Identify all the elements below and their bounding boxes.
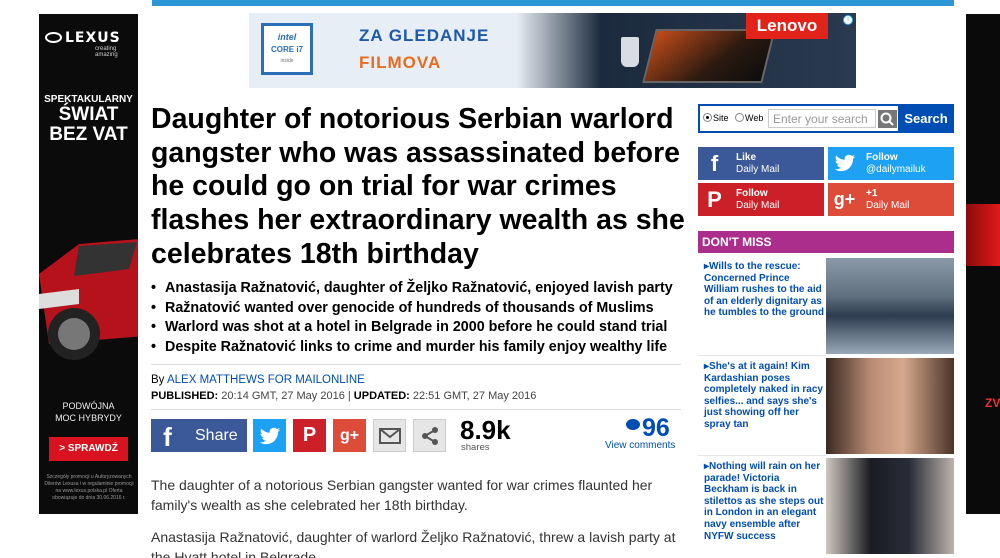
banner-line2: FILMOVA (359, 53, 442, 72)
view-comments-link[interactable]: View comments (605, 440, 675, 451)
googleplus-share-button[interactable]: g+ (333, 419, 366, 452)
search-input[interactable] (768, 109, 876, 128)
article-paragraph: Anastasija Ražnatović, daughter of warlo… (151, 529, 676, 558)
ad-fine-print: Szczegóły promocji u Autoryzowanych Dile… (44, 474, 134, 501)
dont-miss-thumbnail[interactable] (826, 358, 954, 454)
pinterest-follow-button[interactable]: P Follow Daily Mail (698, 183, 824, 216)
intel-badge: intel CORE i7 inside (261, 23, 313, 75)
dont-miss-item[interactable]: ▸Wills to the rescue: Concerned Prince W… (698, 258, 954, 354)
article-paragraph: The daughter of a notorious Serbian gang… (151, 477, 653, 513)
site-radio[interactable] (703, 113, 712, 122)
dont-miss-thumbnail[interactable] (826, 258, 954, 354)
share-count-label: shares (461, 442, 490, 453)
car-image (39, 239, 138, 360)
summary-bullet: Warlord was shot at a hotel in Belgrade … (151, 318, 691, 338)
lenovo-banner-ad[interactable]: intel CORE i7 inside ZA GLEDANJE FILMOVA… (249, 13, 856, 88)
web-radio[interactable] (735, 113, 745, 122)
right-skyscraper-ad[interactable]: ZV (966, 14, 1000, 514)
email-icon (378, 428, 401, 444)
popcorn-image (621, 37, 639, 67)
comment-bubble-icon (626, 419, 640, 430)
googleplus-button[interactable]: g+ +1 Daily Mail (828, 183, 954, 216)
ad-partial-text: ZV (985, 396, 1000, 410)
ad-hybrid-text: PODWÓJNA MOC HYBRYDY (55, 401, 122, 423)
twitter-follow-button[interactable]: Follow @dailymailuk (828, 147, 954, 180)
facebook-like-button[interactable]: f Like Daily Mail (698, 147, 824, 180)
dont-miss-item[interactable]: ▸She's at it again! Kim Kardashian poses… (698, 358, 954, 454)
banner-line1: ZA GLEDANJE (359, 26, 490, 45)
twitter-icon (259, 427, 280, 445)
search-icon[interactable] (878, 110, 897, 128)
divider (698, 455, 826, 456)
twitter-share-button[interactable] (253, 419, 286, 452)
dont-miss-header: DON'T MISS (698, 231, 954, 253)
ad-graphic (966, 204, 1000, 266)
facebook-icon: f (163, 422, 172, 452)
facebook-share-button[interactable]: f Share (151, 419, 247, 452)
byline: By ALEX MATTHEWS FOR MAILONLINE (151, 374, 365, 386)
pinterest-share-button[interactable]: P (293, 419, 326, 452)
more-share-button[interactable] (413, 419, 446, 452)
summary-bullet: Ražnatović wanted over genocide of hundr… (151, 299, 691, 319)
comments-count[interactable]: 96 (626, 414, 670, 443)
pinterest-icon: P (707, 187, 722, 212)
article-headline: Daughter of notorious Serbian warlord ga… (151, 103, 685, 270)
dont-miss-link[interactable]: ▸Wills to the rescue: Concerned Prince W… (704, 261, 824, 319)
divider (151, 364, 681, 365)
author-link[interactable]: ALEX MATTHEWS FOR MAILONLINE (167, 374, 365, 386)
adchoices-icon[interactable]: i (843, 15, 853, 25)
ad-cta-button[interactable]: > SPRAWDŹ (49, 437, 128, 461)
divider (151, 409, 681, 410)
twitter-icon (828, 147, 861, 180)
lenovo-logo: Lenovo (746, 13, 828, 39)
dont-miss-link[interactable]: ▸Nothing will rain on her parade! Victor… (704, 461, 824, 542)
divider (698, 355, 826, 356)
article-dates: PUBLISHED: 20:14 GMT, 27 May 2016 | UPDA… (151, 390, 537, 402)
search-box: Site Web Search (698, 104, 954, 133)
dont-miss-thumbnail[interactable] (826, 458, 954, 554)
summary-bullet: Anastasija Ražnatović, daughter of Željk… (151, 279, 691, 299)
ad-tagline: creating amazing (95, 46, 118, 58)
lexus-skyscraper-ad[interactable]: LEXUS creating amazing SPEKTAKULARNY ŚWI… (39, 14, 138, 514)
search-button[interactable]: Search (898, 104, 954, 133)
facebook-icon: f (710, 151, 719, 176)
top-nav-strip (152, 0, 954, 6)
lexus-logo: LEXUS (45, 30, 133, 46)
ad-promo-text: SPEKTAKULARNY ŚWIAT BEZ VAT (44, 94, 133, 145)
search-scope: Site Web (703, 113, 763, 123)
googleplus-icon: g+ (339, 427, 360, 444)
article-summary: Anastasija Ražnatović, daughter of Željk… (151, 279, 691, 357)
email-share-button[interactable] (373, 419, 406, 452)
googleplus-icon: g+ (833, 189, 856, 209)
dont-miss-link[interactable]: ▸She's at it again! Kim Kardashian poses… (704, 361, 824, 431)
summary-bullet: Despite Ražnatović links to crime and mu… (151, 338, 691, 358)
pinterest-icon: P (302, 424, 317, 446)
share-icon (421, 427, 438, 445)
dont-miss-item[interactable]: ▸Nothing will rain on her parade! Victor… (698, 458, 954, 554)
